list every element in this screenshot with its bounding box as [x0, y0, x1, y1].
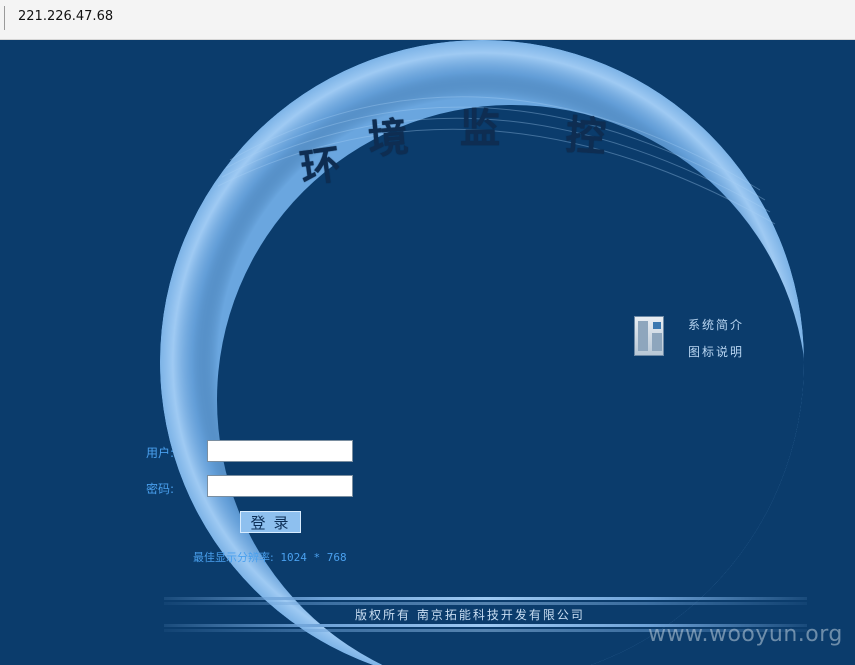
password-input[interactable] [207, 475, 353, 497]
title-char: 控 [564, 111, 610, 162]
system-intro-link[interactable]: 系统简介 [688, 316, 744, 333]
copyright-text: 版权所有 南京拓能科技开发有限公司 [355, 608, 585, 622]
resolution-prefix: 最佳显示分辨率: [193, 551, 274, 564]
browser-address-bar[interactable]: 221.226.47.68 [0, 0, 855, 40]
title-char: 监 [460, 105, 502, 152]
resolution-hint: 最佳显示分辨率: 1024 * 768 [193, 549, 347, 565]
resolution-value: 1024 * 768 [273, 551, 347, 564]
login-button[interactable]: 登录 [240, 511, 301, 533]
username-label: 用户: [146, 446, 175, 460]
control-cabinet-icon[interactable] [634, 316, 664, 356]
watermark: www.wooyun.org [648, 622, 843, 647]
cabinet-screen [653, 322, 661, 329]
title-char: 境 [366, 113, 413, 164]
icon-legend-link[interactable]: 图标说明 [688, 343, 744, 360]
cabinet-panel [638, 321, 648, 351]
login-page: 环 境 监 控 系统简介 图标说明 用户: 密码: 登录 最佳显示分辨率: 10… [0, 40, 855, 665]
footer-divider-top [164, 597, 807, 600]
footer-divider-top-thin [164, 602, 807, 605]
username-input[interactable] [207, 440, 353, 462]
address-url[interactable]: 221.226.47.68 [18, 9, 113, 24]
title-char: 环 [297, 140, 346, 193]
password-label: 密码: [146, 482, 175, 496]
address-bar-divider [4, 6, 5, 30]
cabinet-panel [652, 333, 662, 351]
